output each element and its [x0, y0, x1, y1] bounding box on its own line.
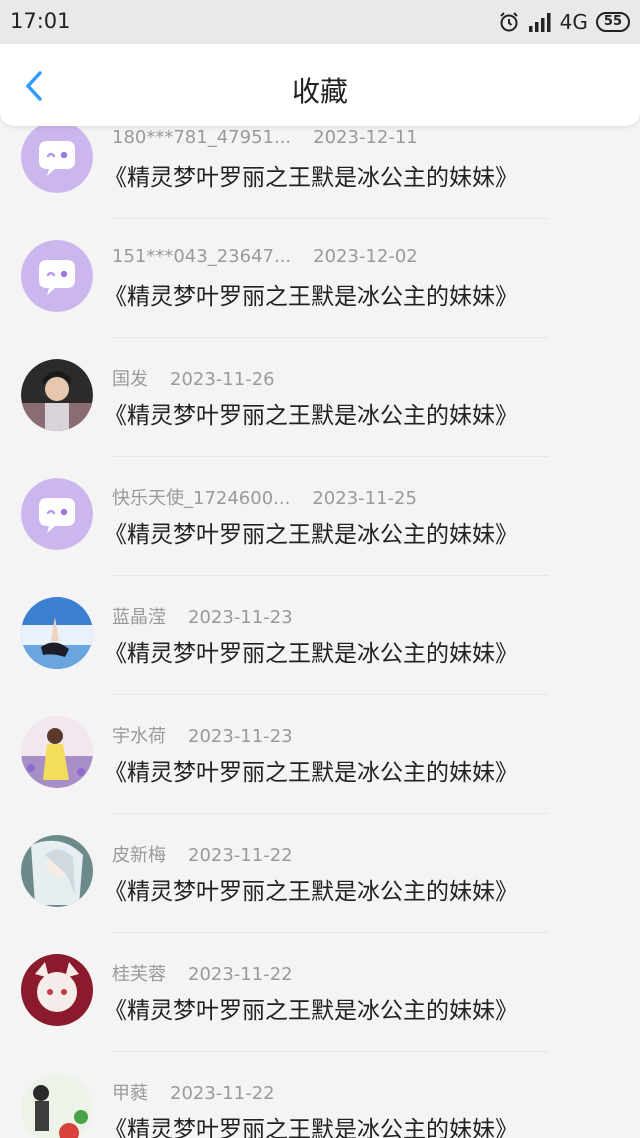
item-meta: 国发 2023-11-26: [112, 365, 275, 391]
default-chat-icon: [21, 240, 93, 312]
favorites-list: 180***781_47951... 2023-12-11 《精灵梦叶罗丽之王默是…: [0, 100, 640, 1138]
item-meta: 桂芙蓉 2023-11-22: [112, 960, 293, 986]
avatar: [21, 121, 93, 193]
list-item[interactable]: 151***043_23647... 2023-12-02 《精灵梦叶罗丽之王默是…: [0, 219, 640, 338]
item-date: 2023-11-23: [188, 726, 293, 747]
avatar: [21, 478, 93, 550]
item-meta: 蓝晶滢 2023-11-23: [112, 603, 293, 629]
item-meta: 180***781_47951... 2023-12-11: [112, 127, 418, 148]
avatar: [21, 597, 93, 669]
item-title: 《精灵梦叶罗丽之王默是冰公主的妹妹》: [104, 641, 518, 667]
author-name: 皮新梅: [112, 845, 166, 866]
status-time: 17:01: [10, 9, 71, 33]
list-item[interactable]: 国发 2023-11-26 《精灵梦叶罗丽之王默是冰公主的妹妹》: [0, 338, 640, 457]
item-title: 《精灵梦叶罗丽之王默是冰公主的妹妹》: [104, 879, 518, 905]
status-icons: 4G 55: [498, 8, 630, 36]
item-date: 2023-11-22: [170, 1083, 275, 1104]
avatar: [21, 359, 93, 431]
default-chat-icon: [21, 478, 93, 550]
author-name: 甲蕤: [112, 1083, 148, 1104]
list-item[interactable]: 甲蕤 2023-11-22 《精灵梦叶罗丽之王默是冰公主的妹妹》: [0, 1052, 640, 1138]
author-name: 宇水荷: [112, 726, 166, 747]
default-chat-icon: [21, 121, 93, 193]
item-title: 《精灵梦叶罗丽之王默是冰公主的妹妹》: [104, 403, 518, 429]
author-name: 快乐天使_1724600...: [112, 488, 291, 509]
avatar-photo: [21, 716, 93, 788]
avatar-photo: [21, 359, 93, 431]
item-date: 2023-12-11: [313, 127, 418, 148]
avatar: [21, 954, 93, 1026]
author-name: 蓝晶滢: [112, 607, 166, 628]
avatar-photo: [21, 597, 93, 669]
item-date: 2023-11-23: [188, 607, 293, 628]
avatar: [21, 835, 93, 907]
list-item[interactable]: 皮新梅 2023-11-22 《精灵梦叶罗丽之王默是冰公主的妹妹》: [0, 814, 640, 933]
battery-icon: 55: [595, 12, 630, 32]
signal-icon: [528, 13, 551, 32]
avatar-photo: [21, 1073, 93, 1138]
item-title: 《精灵梦叶罗丽之王默是冰公主的妹妹》: [104, 284, 518, 310]
item-meta: 宇水荷 2023-11-23: [112, 722, 293, 748]
item-meta: 快乐天使_1724600... 2023-11-25: [112, 484, 417, 510]
avatar-photo: [21, 954, 93, 1026]
item-date: 2023-11-22: [188, 845, 293, 866]
item-title: 《精灵梦叶罗丽之王默是冰公主的妹妹》: [104, 1117, 518, 1138]
status-bar: 17:01 4G 55: [0, 0, 640, 44]
page-title: 收藏: [291, 75, 348, 108]
avatar: [21, 716, 93, 788]
app-header: 收藏: [0, 44, 640, 126]
list-item[interactable]: 宇水荷 2023-11-23 《精灵梦叶罗丽之王默是冰公主的妹妹》: [0, 695, 640, 814]
avatar-photo: [21, 835, 93, 907]
alarm-icon: [499, 12, 518, 32]
item-meta: 皮新梅 2023-11-22: [112, 841, 293, 867]
author-name: 180***781_47951...: [112, 127, 292, 148]
item-title: 《精灵梦叶罗丽之王默是冰公主的妹妹》: [104, 165, 518, 191]
item-title: 《精灵梦叶罗丽之王默是冰公主的妹妹》: [104, 760, 518, 786]
item-meta: 151***043_23647... 2023-12-02: [112, 246, 418, 267]
avatar: [21, 240, 93, 312]
list-item[interactable]: 蓝晶滢 2023-11-23 《精灵梦叶罗丽之王默是冰公主的妹妹》: [0, 576, 640, 695]
author-name: 151***043_23647...: [112, 246, 292, 267]
item-date: 2023-12-02: [313, 246, 418, 267]
item-meta: 甲蕤 2023-11-22: [112, 1079, 275, 1105]
network-label: 4G: [559, 10, 588, 34]
author-name: 国发: [112, 369, 148, 390]
list-item[interactable]: 快乐天使_1724600... 2023-11-25 《精灵梦叶罗丽之王默是冰公主…: [0, 457, 640, 576]
item-date: 2023-11-25: [312, 488, 417, 509]
item-title: 《精灵梦叶罗丽之王默是冰公主的妹妹》: [104, 522, 518, 548]
author-name: 桂芙蓉: [112, 964, 166, 985]
avatar: [21, 1073, 93, 1138]
item-title: 《精灵梦叶罗丽之王默是冰公主的妹妹》: [104, 998, 518, 1024]
list-item[interactable]: 桂芙蓉 2023-11-22 《精灵梦叶罗丽之王默是冰公主的妹妹》: [0, 933, 640, 1052]
item-date: 2023-11-26: [170, 369, 275, 390]
item-date: 2023-11-22: [188, 964, 293, 985]
